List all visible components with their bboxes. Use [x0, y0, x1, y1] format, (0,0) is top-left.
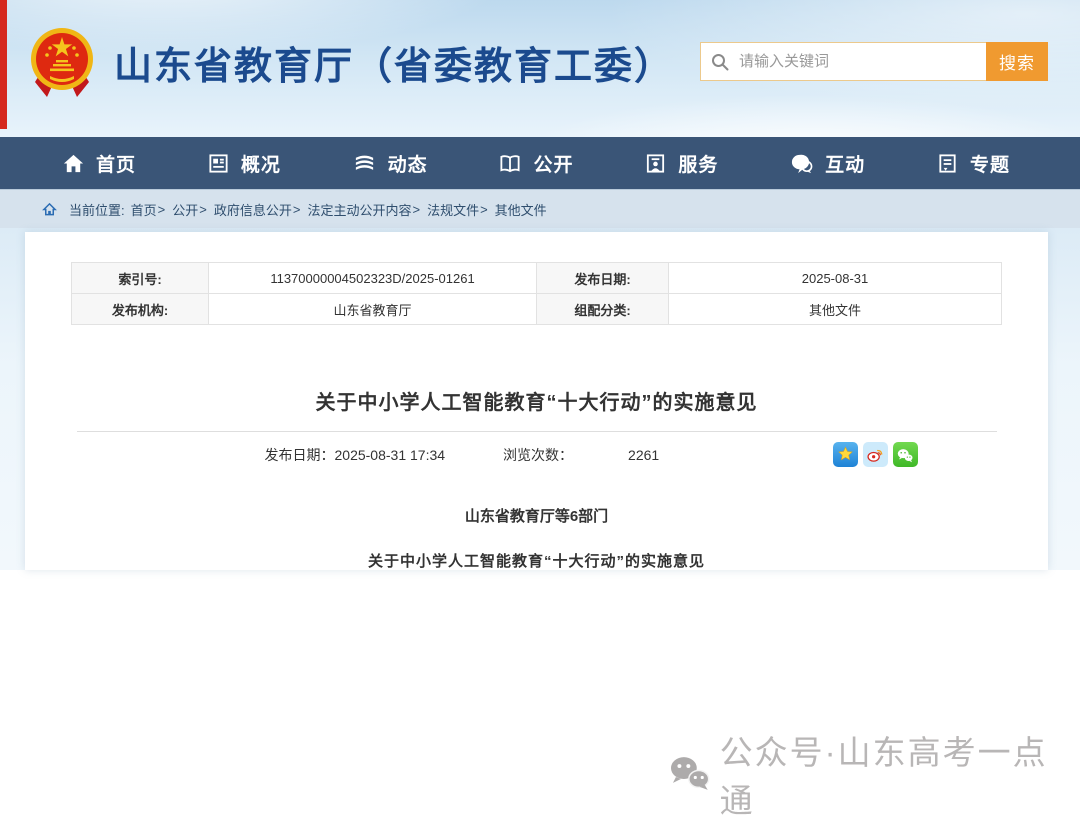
nav-item-topics[interactable]: 专题	[936, 150, 1010, 177]
service-icon	[644, 152, 667, 175]
page: 山东省教育厅（省委教育工委） 搜索 首页	[0, 0, 1080, 570]
site-title: 山东省教育厅（省委教育工委）	[114, 35, 674, 90]
category-value: 其他文件	[669, 294, 1002, 325]
nav-item-news[interactable]: 动态	[352, 150, 428, 177]
site-header: 山东省教育厅（省委教育工委） 搜索	[0, 0, 1080, 137]
breadcrumb-item-gov-info[interactable]: 政府信息公开	[214, 200, 292, 219]
category-label: 组配分类:	[537, 294, 669, 325]
breadcrumb-separator: >	[480, 202, 488, 217]
nav-label: 服务	[678, 150, 718, 177]
breadcrumb-item-other-docs[interactable]: 其他文件	[495, 200, 547, 219]
breadcrumb-separator: >	[199, 202, 207, 217]
watermark: 公众号·山东高考一点通	[668, 726, 1080, 822]
main-nav: 首页 概况 动态 公开	[0, 137, 1080, 190]
nav-label: 动态	[388, 150, 428, 177]
openbook-icon	[498, 152, 522, 175]
issuing-agency-label: 发布机构:	[72, 294, 209, 325]
site-search: 搜索	[700, 42, 1048, 81]
meta-views-label: 浏览次数：	[503, 445, 573, 465]
breadcrumb: 当前位置: 首页> 公开> 政府信息公开> 法定主动公开内容> 法规文件> 其他…	[0, 190, 1080, 228]
publish-date-label: 发布日期:	[537, 263, 669, 294]
article-title: 关于中小学人工智能教育“十大行动”的实施意见	[25, 386, 1048, 415]
search-input[interactable]	[739, 53, 976, 70]
article-body-line1: 山东省教育厅等6部门	[25, 505, 1048, 526]
breadcrumb-item-open[interactable]: 公开	[172, 200, 198, 219]
breadcrumb-separator: >	[293, 202, 301, 217]
nav-item-interact[interactable]: 互动	[789, 150, 865, 177]
nav-label: 首页	[96, 150, 136, 177]
nav-item-home[interactable]: 首页	[62, 150, 136, 177]
content-panel: 索引号: 11370000004502323D/2025-01261 发布日期:…	[25, 232, 1048, 570]
share-buttons	[833, 442, 918, 467]
breadcrumb-home-icon	[42, 202, 57, 217]
breadcrumb-item-home[interactable]: 首页	[131, 200, 157, 219]
topic-icon	[936, 152, 959, 175]
watermark-text: 公众号·山东高考一点通	[720, 726, 1080, 822]
table-row: 发布机构: 山东省教育厅 组配分类: 其他文件	[72, 294, 1002, 325]
overview-icon	[207, 152, 230, 175]
nav-item-open[interactable]: 公开	[498, 150, 573, 177]
nav-label: 概况	[241, 150, 281, 177]
index-number-label: 索引号:	[72, 263, 209, 294]
breadcrumb-separator: >	[412, 202, 420, 217]
news-icon	[352, 152, 377, 175]
table-row: 索引号: 11370000004502323D/2025-01261 发布日期:…	[72, 263, 1002, 294]
meta-publish-value: 2025-08-31 17:34	[335, 447, 446, 463]
nav-item-overview[interactable]: 概况	[207, 150, 281, 177]
article-body-line2: 关于中小学人工智能教育“十大行动”的实施意见	[25, 550, 1048, 571]
meta-views-value: 2261	[628, 447, 659, 463]
issuing-agency-value: 山东省教育厅	[209, 294, 537, 325]
site-brand: 山东省教育厅（省委教育工委）	[26, 24, 674, 100]
nav-label: 互动	[825, 150, 865, 177]
search-icon	[711, 53, 729, 71]
document-info-table: 索引号: 11370000004502323D/2025-01261 发布日期:…	[71, 262, 1002, 325]
nav-label: 专题	[970, 150, 1010, 177]
national-emblem-icon	[26, 24, 98, 100]
chat-icon	[789, 152, 814, 175]
title-divider	[77, 431, 997, 432]
nav-item-service[interactable]: 服务	[644, 150, 718, 177]
breadcrumb-separator: >	[158, 202, 166, 217]
search-button[interactable]: 搜索	[986, 42, 1048, 81]
breadcrumb-item-regulations[interactable]: 法规文件	[427, 200, 479, 219]
index-number-value: 11370000004502323D/2025-01261	[209, 263, 537, 294]
breadcrumb-item-statutory[interactable]: 法定主动公开内容	[307, 200, 411, 219]
wechat-icon[interactable]	[893, 442, 918, 467]
wechat-watermark-icon	[668, 754, 712, 794]
weibo-icon[interactable]	[863, 442, 888, 467]
breadcrumb-prefix: 当前位置:	[69, 200, 125, 219]
qzone-icon[interactable]	[833, 442, 858, 467]
meta-publish-label: 发布日期：	[265, 445, 335, 465]
article-meta: 发布日期： 2025-08-31 17:34 浏览次数： 2261	[72, 442, 1002, 467]
main-area: 索引号: 11370000004502323D/2025-01261 发布日期:…	[0, 228, 1080, 570]
publish-date-value: 2025-08-31	[669, 263, 1002, 294]
nav-label: 公开	[533, 150, 573, 177]
left-red-strip	[0, 0, 7, 129]
home-icon	[62, 152, 85, 175]
search-box	[700, 42, 986, 81]
